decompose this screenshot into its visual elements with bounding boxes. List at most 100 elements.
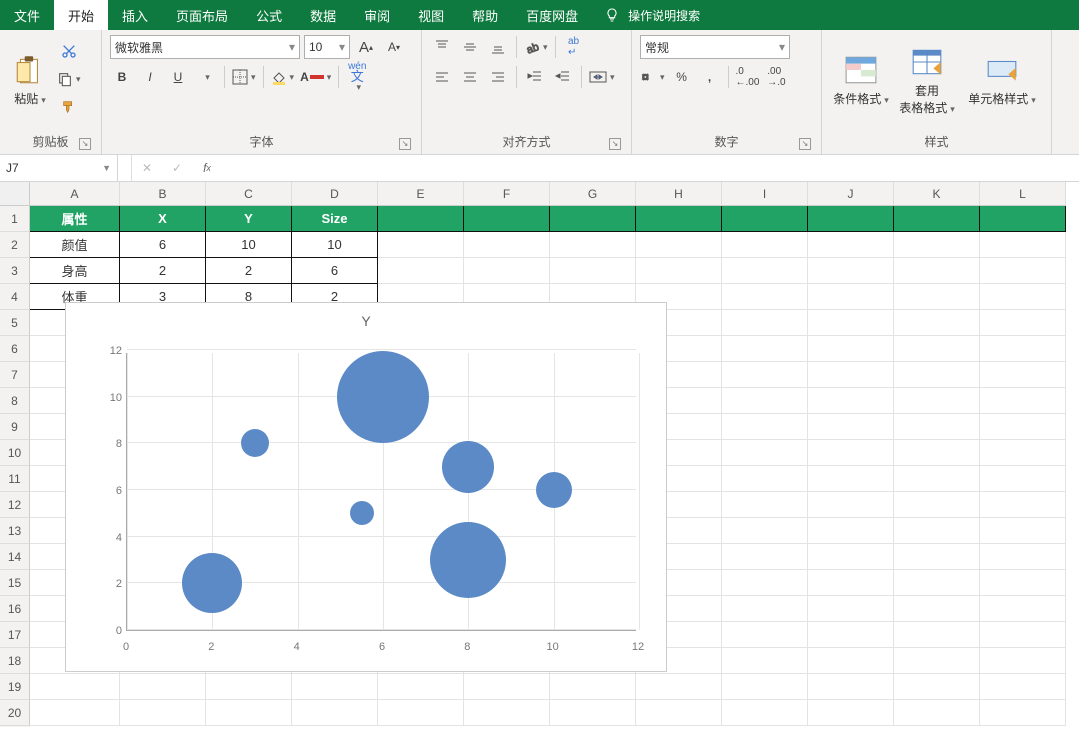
cell-L5[interactable] xyxy=(980,310,1066,336)
row-header-5[interactable]: 5 xyxy=(0,310,30,336)
tell-me-search[interactable]: 操作说明搜索 xyxy=(602,0,700,30)
number-launcher-icon[interactable]: ↘ xyxy=(799,138,811,150)
bubble-point[interactable] xyxy=(337,351,429,443)
col-header-F[interactable]: F xyxy=(464,182,550,206)
cell-I11[interactable] xyxy=(722,466,808,492)
cell-I7[interactable] xyxy=(722,362,808,388)
cell-L18[interactable] xyxy=(980,648,1066,674)
cell-J20[interactable] xyxy=(808,700,894,726)
cell-L6[interactable] xyxy=(980,336,1066,362)
format-painter-button[interactable] xyxy=(56,95,82,119)
border-button[interactable] xyxy=(231,65,257,89)
cell-K18[interactable] xyxy=(894,648,980,674)
cell-D20[interactable] xyxy=(292,700,378,726)
wrap-text-button[interactable]: ab↵ xyxy=(562,35,586,59)
fx-icon[interactable]: fx xyxy=(192,158,222,178)
cell-I10[interactable] xyxy=(722,440,808,466)
col-header-H[interactable]: H xyxy=(636,182,722,206)
cell-J5[interactable] xyxy=(808,310,894,336)
cell-A3[interactable]: 身高 xyxy=(30,258,120,284)
cell-K9[interactable] xyxy=(894,414,980,440)
row-header-7[interactable]: 7 xyxy=(0,362,30,388)
cell-L3[interactable] xyxy=(980,258,1066,284)
worksheet[interactable]: 1234567891011121314151617181920 ABCDEFGH… xyxy=(0,182,1079,727)
cell-H3[interactable] xyxy=(636,258,722,284)
align-launcher-icon[interactable]: ↘ xyxy=(609,138,621,150)
clipboard-launcher-icon[interactable]: ↘ xyxy=(79,138,91,150)
cell-B20[interactable] xyxy=(120,700,206,726)
cell-L12[interactable] xyxy=(980,492,1066,518)
bubble-point[interactable] xyxy=(241,429,269,457)
number-format-combo[interactable]: 常规▾ xyxy=(640,35,790,59)
cell-J17[interactable] xyxy=(808,622,894,648)
cell-E20[interactable] xyxy=(378,700,464,726)
cell-G2[interactable] xyxy=(550,232,636,258)
cell-K5[interactable] xyxy=(894,310,980,336)
tab-page-layout[interactable]: 页面布局 xyxy=(162,0,242,30)
row-header-12[interactable]: 12 xyxy=(0,492,30,518)
cell-I5[interactable] xyxy=(722,310,808,336)
cell-B1[interactable]: X xyxy=(120,206,206,232)
tab-baidu[interactable]: 百度网盘 xyxy=(512,0,592,30)
cell-J18[interactable] xyxy=(808,648,894,674)
cell-L2[interactable] xyxy=(980,232,1066,258)
tab-view[interactable]: 视图 xyxy=(404,0,458,30)
cell-A2[interactable]: 颜值 xyxy=(30,232,120,258)
paste-button[interactable]: 粘贴 xyxy=(8,35,52,125)
row-header-9[interactable]: 9 xyxy=(0,414,30,440)
cell-I20[interactable] xyxy=(722,700,808,726)
bubble-point[interactable] xyxy=(536,472,572,508)
font-size-combo[interactable]: 10▾ xyxy=(304,35,350,59)
cell-I19[interactable] xyxy=(722,674,808,700)
cell-D3[interactable]: 6 xyxy=(292,258,378,284)
cell-I1[interactable] xyxy=(722,206,808,232)
cell-I2[interactable] xyxy=(722,232,808,258)
bubble-point[interactable] xyxy=(442,441,494,493)
cell-F19[interactable] xyxy=(464,674,550,700)
cell-D2[interactable]: 10 xyxy=(292,232,378,258)
cell-J14[interactable] xyxy=(808,544,894,570)
align-top-button[interactable] xyxy=(430,35,454,59)
tab-home[interactable]: 开始 xyxy=(54,0,108,30)
cell-K2[interactable] xyxy=(894,232,980,258)
cell-L4[interactable] xyxy=(980,284,1066,310)
tab-review[interactable]: 审阅 xyxy=(350,0,404,30)
bubble-point[interactable] xyxy=(350,501,374,525)
row-header-2[interactable]: 2 xyxy=(0,232,30,258)
cell-D19[interactable] xyxy=(292,674,378,700)
cell-I18[interactable] xyxy=(722,648,808,674)
accounting-format-button[interactable]: ¤ xyxy=(640,65,666,89)
row-header-1[interactable]: 1 xyxy=(0,206,30,232)
row-header-19[interactable]: 19 xyxy=(0,674,30,700)
row-header-6[interactable]: 6 xyxy=(0,336,30,362)
cell-J3[interactable] xyxy=(808,258,894,284)
increase-font-button[interactable]: A▴ xyxy=(354,35,378,59)
select-all-corner[interactable] xyxy=(0,182,30,206)
cell-I14[interactable] xyxy=(722,544,808,570)
cell-I17[interactable] xyxy=(722,622,808,648)
formula-input[interactable] xyxy=(222,155,1079,181)
cell-K12[interactable] xyxy=(894,492,980,518)
cell-K3[interactable] xyxy=(894,258,980,284)
cell-C2[interactable]: 10 xyxy=(206,232,292,258)
cell-J12[interactable] xyxy=(808,492,894,518)
cell-K14[interactable] xyxy=(894,544,980,570)
row-header-3[interactable]: 3 xyxy=(0,258,30,284)
cell-H20[interactable] xyxy=(636,700,722,726)
row-header-14[interactable]: 14 xyxy=(0,544,30,570)
cell-G1[interactable] xyxy=(550,206,636,232)
cell-J19[interactable] xyxy=(808,674,894,700)
cell-J6[interactable] xyxy=(808,336,894,362)
cell-K20[interactable] xyxy=(894,700,980,726)
cell-J4[interactable] xyxy=(808,284,894,310)
enter-formula-icon[interactable]: ✓ xyxy=(162,158,192,178)
cell-K17[interactable] xyxy=(894,622,980,648)
col-header-J[interactable]: J xyxy=(808,182,894,206)
cell-B2[interactable]: 6 xyxy=(120,232,206,258)
cell-L20[interactable] xyxy=(980,700,1066,726)
cell-J16[interactable] xyxy=(808,596,894,622)
cell-E19[interactable] xyxy=(378,674,464,700)
merge-button[interactable] xyxy=(588,65,616,89)
cell-A1[interactable]: 属性 xyxy=(30,206,120,232)
cell-K6[interactable] xyxy=(894,336,980,362)
